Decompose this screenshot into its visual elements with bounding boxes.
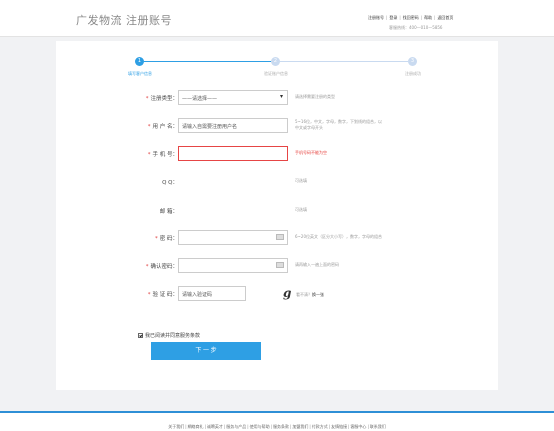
captcha-refresh: 看不清？换一张 <box>296 292 324 297</box>
row-username: * 用 户 名： 请输入自需要注册用户名 5~16位，中文，字母，数字，下划线的组… <box>56 118 498 134</box>
row-confirm-password: * 确认密码： 请再输入一遍上面的密码 <box>56 258 498 274</box>
username-input[interactable]: 请输入自需要注册用户名 <box>178 118 288 133</box>
password-hint: 6~20位英文（区分大小写），数字，字母的组合 <box>295 234 382 239</box>
qq-hint: 可选填 <box>295 178 307 183</box>
qq-label: Q Q： <box>162 180 178 186</box>
agree-checkbox[interactable] <box>138 333 143 338</box>
step-3-circle: 3 <box>408 57 417 66</box>
chevron-down-icon: ▾ <box>279 93 283 100</box>
register-type-select[interactable]: ——请选择—— ▾ <box>178 90 288 105</box>
step-1-circle: 1 <box>135 57 144 66</box>
footer-link[interactable]: 友情链接 <box>331 424 347 429</box>
phone-input[interactable] <box>178 146 288 161</box>
footer-link[interactable]: 诚聘英才 <box>207 424 223 429</box>
step-line-pending <box>280 61 408 62</box>
row-qq: Q Q： 可选填 <box>56 174 498 190</box>
hotline-text: 客服热线：400—010—5856 <box>389 25 443 30</box>
phone-label: * 手 机 号： <box>147 152 178 158</box>
nav-link-help[interactable]: 帮助 <box>424 15 432 20</box>
password-label: * 密 码： <box>155 236 178 242</box>
footer-link[interactable]: 使用与帮助 <box>250 424 270 429</box>
footer-link[interactable]: 服务与产品 <box>226 424 246 429</box>
top-nav: 注册账号 | 登录 | 找回密码 | 帮助 | 返回首页 <box>368 15 453 21</box>
nav-link-home[interactable]: 返回首页 <box>437 15 453 20</box>
confirm-password-label: * 确认密码： <box>145 264 178 270</box>
email-label: 邮 箱： <box>159 209 178 215</box>
phone-error: 手机号码不能为空 <box>295 150 327 155</box>
captcha-input[interactable]: 请输入验证码 <box>178 286 246 301</box>
captcha-label: * 验 证 码： <box>147 292 178 298</box>
footer-link[interactable]: 联系我们 <box>370 424 386 429</box>
row-register-type: * 注册类型： ——请选择—— ▾ 请选择需要注册的类型 <box>56 90 498 106</box>
register-type-hint: 请选择需要注册的类型 <box>295 94 335 99</box>
page-title: 广发物流 注册账号 <box>76 14 172 27</box>
nav-link-login[interactable]: 登录 <box>389 15 397 20</box>
row-email: 邮 箱： 可选填 <box>56 203 498 219</box>
password-input[interactable] <box>178 230 288 245</box>
register-type-label: * 注册类型： <box>145 96 178 102</box>
row-phone: * 手 机 号： 手机号码不能为空 <box>56 146 498 162</box>
confirm-password-hint: 请再输入一遍上面的密码 <box>295 262 339 267</box>
separator: | <box>386 15 388 20</box>
separator: | <box>399 15 401 20</box>
separator: | <box>420 15 423 20</box>
step-2-circle: 2 <box>271 57 280 66</box>
step-3-label: 注册成功 <box>405 71 421 76</box>
username-hint: 5~16位，中文，字母，数字，下划线的组合，以 中文或字母开头 <box>295 119 382 130</box>
nav-link-find-password[interactable]: 找回密码 <box>403 15 419 20</box>
nav-link-register[interactable]: 注册账号 <box>368 15 384 20</box>
separator: | <box>434 15 436 20</box>
footer-links: 关于我们|網絡商礼|诚聘英才|服务与产品|使用与帮助|服务条款|加盟我们|付款方… <box>168 424 386 429</box>
step-progress: 1 填写客户信息 2 验证账户信息 3 注册成功 <box>56 41 498 81</box>
footer-link[interactable]: 網絡商礼 <box>188 424 204 429</box>
row-captcha: * 验 证 码： 请输入验证码 g 看不清？换一张 <box>56 286 498 302</box>
footer-link[interactable]: 付款方式 <box>312 424 328 429</box>
keyboard-icon[interactable] <box>276 262 284 268</box>
captcha-image[interactable]: g <box>283 286 297 300</box>
captcha-refresh-link[interactable]: 换一张 <box>312 292 324 297</box>
keyboard-icon[interactable] <box>276 234 284 240</box>
step-1-label: 填写客户信息 <box>128 71 152 76</box>
step-2-label: 验证账户信息 <box>264 71 288 76</box>
footer-link[interactable]: 加盟我们 <box>292 424 308 429</box>
top-bar: 广发物流 注册账号 注册账号 | 登录 | 找回密码 | 帮助 | 返回首页 客服热线：400—… <box>0 0 554 37</box>
footer-link[interactable]: 关于我们 <box>168 424 184 429</box>
footer-link[interactable]: 客服中心 <box>350 424 366 429</box>
footer-link[interactable]: 服务条款 <box>273 424 289 429</box>
step-line-done <box>144 61 271 62</box>
agree-terms[interactable]: 我已阅读并同意服务条款 <box>138 332 200 339</box>
email-hint: 可选填 <box>295 207 307 212</box>
next-step-button[interactable]: 下 一 步 <box>151 342 261 360</box>
register-card: 1 填写客户信息 2 验证账户信息 3 注册成功 * 注册类型： ——请选择—— … <box>56 41 498 390</box>
username-label: * 用 户 名： <box>147 124 178 130</box>
confirm-password-input[interactable] <box>178 258 288 273</box>
agree-label: 我已阅读并同意服务条款 <box>145 333 201 339</box>
row-password: * 密 码： 6~20位英文（区分大小写），数字，字母的组合 <box>56 230 498 246</box>
